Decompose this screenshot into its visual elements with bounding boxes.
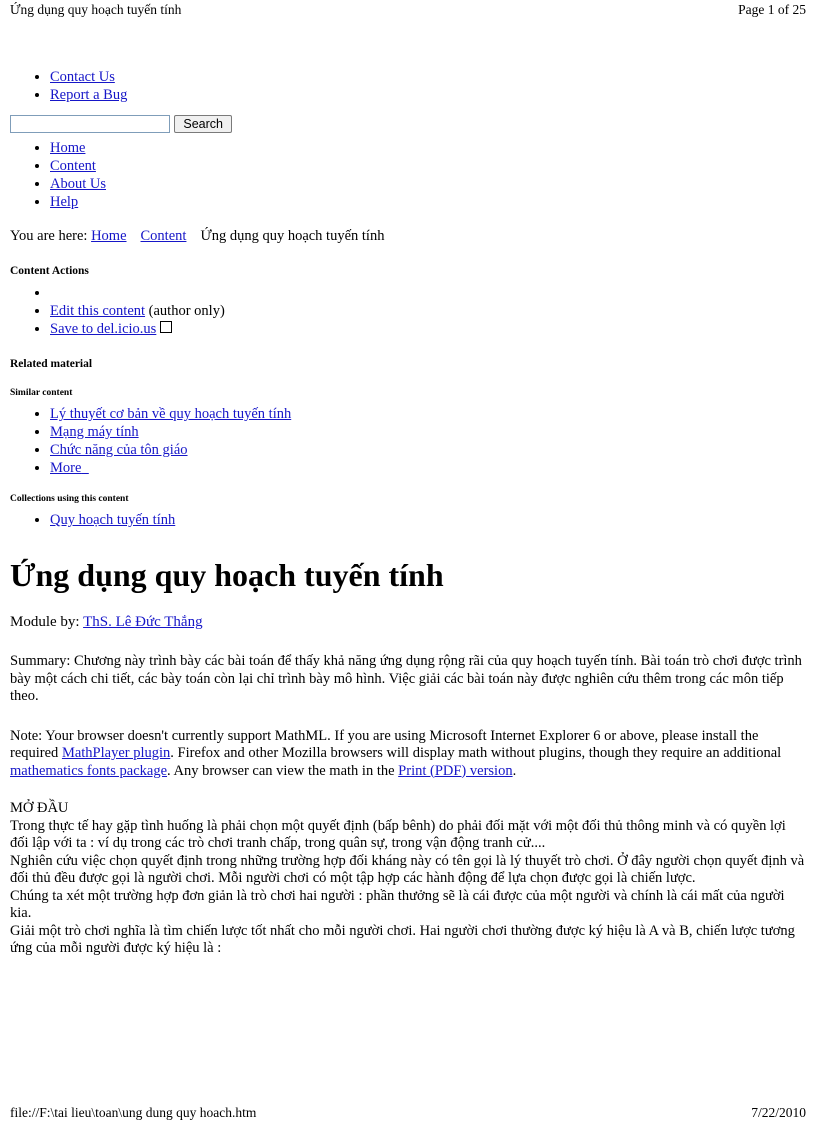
list-item: Save to del.icio.us [50,320,806,338]
related-material-heading: Related material [10,358,93,370]
similar-content-list: Lý thuyết cơ bản về quy hoạch tuyến tính… [10,405,806,477]
body-paragraph: Giải một trò chơi nghĩa là tìm chiến lượ… [10,922,795,957]
module-author-link[interactable]: ThS. Lê Đức Thắng [83,614,203,630]
site-navigation: Home Content About Us Help [10,139,806,211]
contact-us-link[interactable]: Contact Us [50,69,115,85]
list-item: Lý thuyết cơ bản về quy hoạch tuyến tính [50,405,806,423]
nav-item-content[interactable]: Content [50,158,96,174]
search-button[interactable]: Search [174,115,232,133]
nav-item-home[interactable]: Home [50,140,85,156]
module-body: MỞ ĐẦU Trong thực tế hay gặp tình huống … [10,800,806,958]
nav-item-about-us[interactable]: About Us [50,176,106,192]
list-item: Mạng máy tính [50,423,806,441]
page-content: Contact Us Report a Bug Search Home Cont… [10,62,806,958]
similar-link-ly-thuyet-co-ban[interactable]: Lý thuyết cơ bản về quy hoạch tuyến tính [50,406,291,422]
list-item-empty [50,284,806,302]
print-header-page-number: Page 1 of 25 [738,2,806,17]
content-actions-heading: Content Actions [10,265,89,277]
list-item: Content [50,157,806,175]
body-paragraph: Trong thực tế hay gặp tình huống là phải… [10,817,786,852]
more-trailing-space [81,460,88,476]
note-text-2: . Firefox and other Mozilla browsers wil… [170,745,782,761]
similar-link-chuc-nang-ton-giao[interactable]: Chức năng của tôn giáo [50,442,188,458]
similar-content-heading: Similar content [10,388,73,398]
search-input[interactable] [10,115,171,133]
note-text-4: . [512,762,517,779]
edit-this-content-link[interactable]: Edit this content [50,303,145,319]
print-footer-path: file://F:\tai lieu\toan\ung dung quy hoa… [10,1105,257,1120]
print-pdf-version-link[interactable]: Print (PDF) version [398,763,512,779]
module-byline: Module by: ThS. Lê Đức Thắng [10,613,806,632]
nav-item-help[interactable]: Help [50,194,78,210]
print-footer: file://F:\tai lieu\toan\ung dung quy hoa… [10,1105,806,1121]
save-to-delicious-link[interactable]: Save to del.icio.us [50,321,156,337]
breadcrumb-link-content[interactable]: Content [141,228,187,244]
collections-list: Quy hoạch tuyến tính [10,511,806,529]
report-a-bug-link[interactable]: Report a Bug [50,87,127,103]
search-form: Search [10,115,232,133]
module-by-prefix: Module by: [10,614,80,630]
breadcrumb-current: Ứng dụng quy hoạch tuyến tính [200,228,385,244]
body-heading: MỞ ĐẦU [10,800,69,816]
list-item: Home [50,139,806,157]
content-actions-list: Edit this content (author only) Save to … [10,284,806,338]
body-paragraph: Chúng ta xét một trường hợp đơn giản là … [10,887,785,922]
list-item: More [50,459,806,477]
list-item: Chức năng của tôn giáo [50,441,806,459]
broken-image-icon [160,321,173,333]
breadcrumb: You are here: Home Content Ứng dụng quy ho… [10,227,806,245]
collections-heading: Collections using this content [10,494,129,504]
similar-link-mang-may-tinh[interactable]: Mạng máy tính [50,424,139,440]
print-header: Ứng dụng quy hoạch tuyến tính Page 1 of … [10,2,806,18]
collection-link-quy-hoach-tuyen-tinh[interactable]: Quy hoạch tuyến tính [50,512,175,528]
body-paragraph: Nghiên cứu việc chọn quyết định trong nh… [10,852,805,887]
page-title: Ứng dụng quy hoạch tuyến tính [10,557,444,593]
portal-links: Contact Us Report a Bug [10,68,806,104]
list-item: Report a Bug [50,86,806,104]
more-label: More [50,460,82,476]
list-item: Edit this content (author only) [50,302,806,320]
breadcrumb-prefix: You are here: [10,228,88,244]
list-item: About Us [50,175,806,193]
module-summary: Summary: Chương này trình bày các bài to… [10,653,802,704]
mathematics-fonts-package-link[interactable]: mathematics fonts package [10,763,167,779]
list-item: Contact Us [50,68,806,86]
breadcrumb-link-home[interactable]: Home [91,228,126,244]
list-item: Quy hoạch tuyến tính [50,511,806,529]
mathplayer-plugin-link[interactable]: MathPlayer plugin [62,745,170,761]
print-header-title: Ứng dụng quy hoạch tuyến tính [10,2,182,17]
list-item: Help [50,193,806,211]
similar-link-more[interactable]: More [50,460,89,476]
print-footer-date: 7/22/2010 [751,1105,806,1120]
mathml-note: Note: Your browser doesn't currently sup… [10,728,806,781]
note-text-3: . Any browser can view the math in the [167,762,399,779]
edit-author-note: (author only) [148,303,225,319]
